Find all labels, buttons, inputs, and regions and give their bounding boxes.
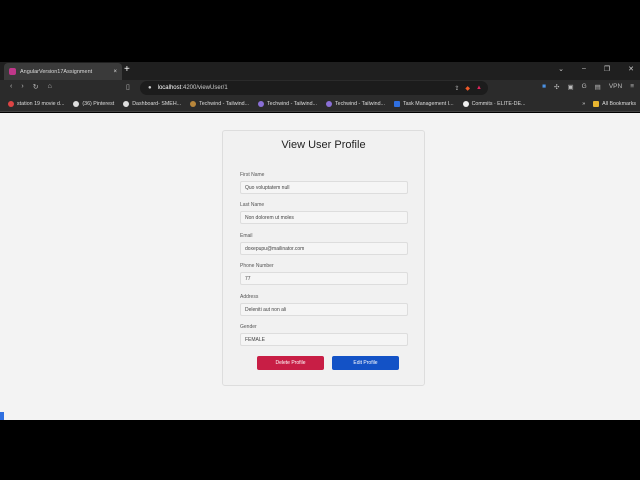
menu-icon[interactable]: ≡ <box>630 83 634 91</box>
address-bar[interactable]: ● localhost:4200/viewUser/1 ⇪ ◆ ▲ <box>140 81 488 95</box>
tab-title: AngularVersion17Assignment <box>20 68 93 75</box>
toolbar: ‹ › ↻ ⌂ ▯ ● localhost:4200/viewUser/1 ⇪ ◆… <box>0 80 640 96</box>
close-window-icon[interactable]: ✕ <box>628 65 634 73</box>
last-name-input[interactable]: Non dolorem ut moles <box>240 211 408 224</box>
first-name-input[interactable]: Quo voluptatem null <box>240 181 408 194</box>
new-tab-button[interactable]: + <box>124 64 130 75</box>
tab-strip: AngularVersion17Assignment × + ⌄ – ❐ ✕ <box>0 62 640 80</box>
phone-input[interactable]: 77 <box>240 272 408 285</box>
grammarly-icon[interactable]: G <box>582 83 587 91</box>
email-input[interactable]: doxepupu@mailinator.com <box>240 242 408 255</box>
bookmark-item[interactable]: Techwind - Tailwind... <box>258 100 317 107</box>
maximize-icon[interactable]: ❐ <box>604 65 610 73</box>
bookmark-item[interactable]: station 19 movie d... <box>8 100 65 107</box>
tab-list-icon[interactable]: ⌄ <box>558 65 564 73</box>
bookmark-label: station 19 movie d... <box>17 100 65 107</box>
field-label: Last Name <box>240 202 265 208</box>
address-input[interactable]: Deleniti aut non ali <box>240 303 408 316</box>
browser-tab[interactable]: AngularVersion17Assignment × <box>4 63 122 80</box>
bookmark-item[interactable]: (36) Pinterest <box>73 100 115 107</box>
brave-shield-icon[interactable]: ◆ <box>465 85 470 92</box>
close-tab-icon[interactable]: × <box>113 69 117 75</box>
url-path: :4200/viewUser/1 <box>181 85 228 91</box>
field-label: Address <box>240 294 259 300</box>
more-bookmarks-icon[interactable]: » <box>582 101 585 107</box>
bookmark-label: (36) Pinterest <box>82 100 115 107</box>
angular-favicon-icon <box>9 68 16 75</box>
gender-input[interactable]: FEMALE <box>240 333 408 346</box>
puzzle-icon[interactable]: ✣ <box>554 83 559 91</box>
phone-field: Phone Number 77 <box>240 263 408 285</box>
bookmark-item[interactable]: Commits · ELITE-DE... <box>462 100 526 107</box>
profile-card: View User Profile First Name Quo voluptat… <box>222 130 425 386</box>
page-title: View User Profile <box>281 139 366 151</box>
bookmark-item[interactable]: Dashboard- SMEH... <box>123 100 182 107</box>
email-field: Email doxepupu@mailinator.com <box>240 233 408 255</box>
gender-field: Gender FEMALE <box>240 324 408 346</box>
minimize-icon[interactable]: – <box>582 65 586 73</box>
delete-profile-button[interactable]: Delete Profile <box>257 356 324 370</box>
bookmark-item[interactable]: Task Management I... <box>393 100 454 107</box>
site-info-icon[interactable]: ● <box>148 85 152 91</box>
bookmark-label: Techwind - Tailwind... <box>267 100 317 107</box>
vpn-button[interactable]: VPN <box>609 83 622 91</box>
bookmarks-bar: station 19 movie d... (36) Pinterest Das… <box>0 96 640 112</box>
bookmark-item[interactable]: Techwind - Tailwind... <box>190 100 250 107</box>
bookmark-label: Task Management I... <box>402 100 454 107</box>
reload-icon[interactable]: ↻ <box>33 83 39 91</box>
all-bookmarks-label: All Bookmarks <box>602 100 636 107</box>
taskbar-edge <box>0 412 4 420</box>
bookmark-label: Techwind - Tailwind... <box>199 100 250 107</box>
bookmark-label: Commits · ELITE-DE... <box>471 100 526 107</box>
extension-icon[interactable]: ■ <box>542 83 546 91</box>
bookmark-label: Dashboard- SMEH... <box>132 100 182 107</box>
all-bookmarks[interactable]: All Bookmarks <box>593 100 636 107</box>
home-icon[interactable]: ⌂ <box>48 83 52 91</box>
wallet-icon[interactable]: ▤ <box>595 83 601 91</box>
field-label: First Name <box>240 172 265 178</box>
bookmark-icon[interactable]: ▯ <box>126 83 130 91</box>
back-icon[interactable]: ‹ <box>10 83 12 91</box>
url-host: localhost <box>157 85 182 91</box>
bookmark-label: Techwind - Tailwind... <box>334 100 385 107</box>
field-label: Email <box>240 233 253 239</box>
address-field: Address Deleniti aut non ali <box>240 294 408 316</box>
page-content: View User Profile First Name Quo voluptat… <box>0 113 640 420</box>
brave-rewards-icon[interactable]: ▲ <box>476 85 482 92</box>
field-label: Gender <box>240 324 257 330</box>
sidebar-icon[interactable]: ▣ <box>567 83 573 91</box>
first-name-field: First Name Quo voluptatem null <box>240 172 408 194</box>
share-icon[interactable]: ⇪ <box>454 85 459 92</box>
field-label: Phone Number <box>240 263 274 269</box>
edit-profile-button[interactable]: Edit Profile <box>332 356 399 370</box>
bookmark-item[interactable]: Techwind - Tailwind... <box>325 100 385 107</box>
forward-icon[interactable]: › <box>21 83 23 91</box>
last-name-field: Last Name Non dolorem ut moles <box>240 202 408 224</box>
